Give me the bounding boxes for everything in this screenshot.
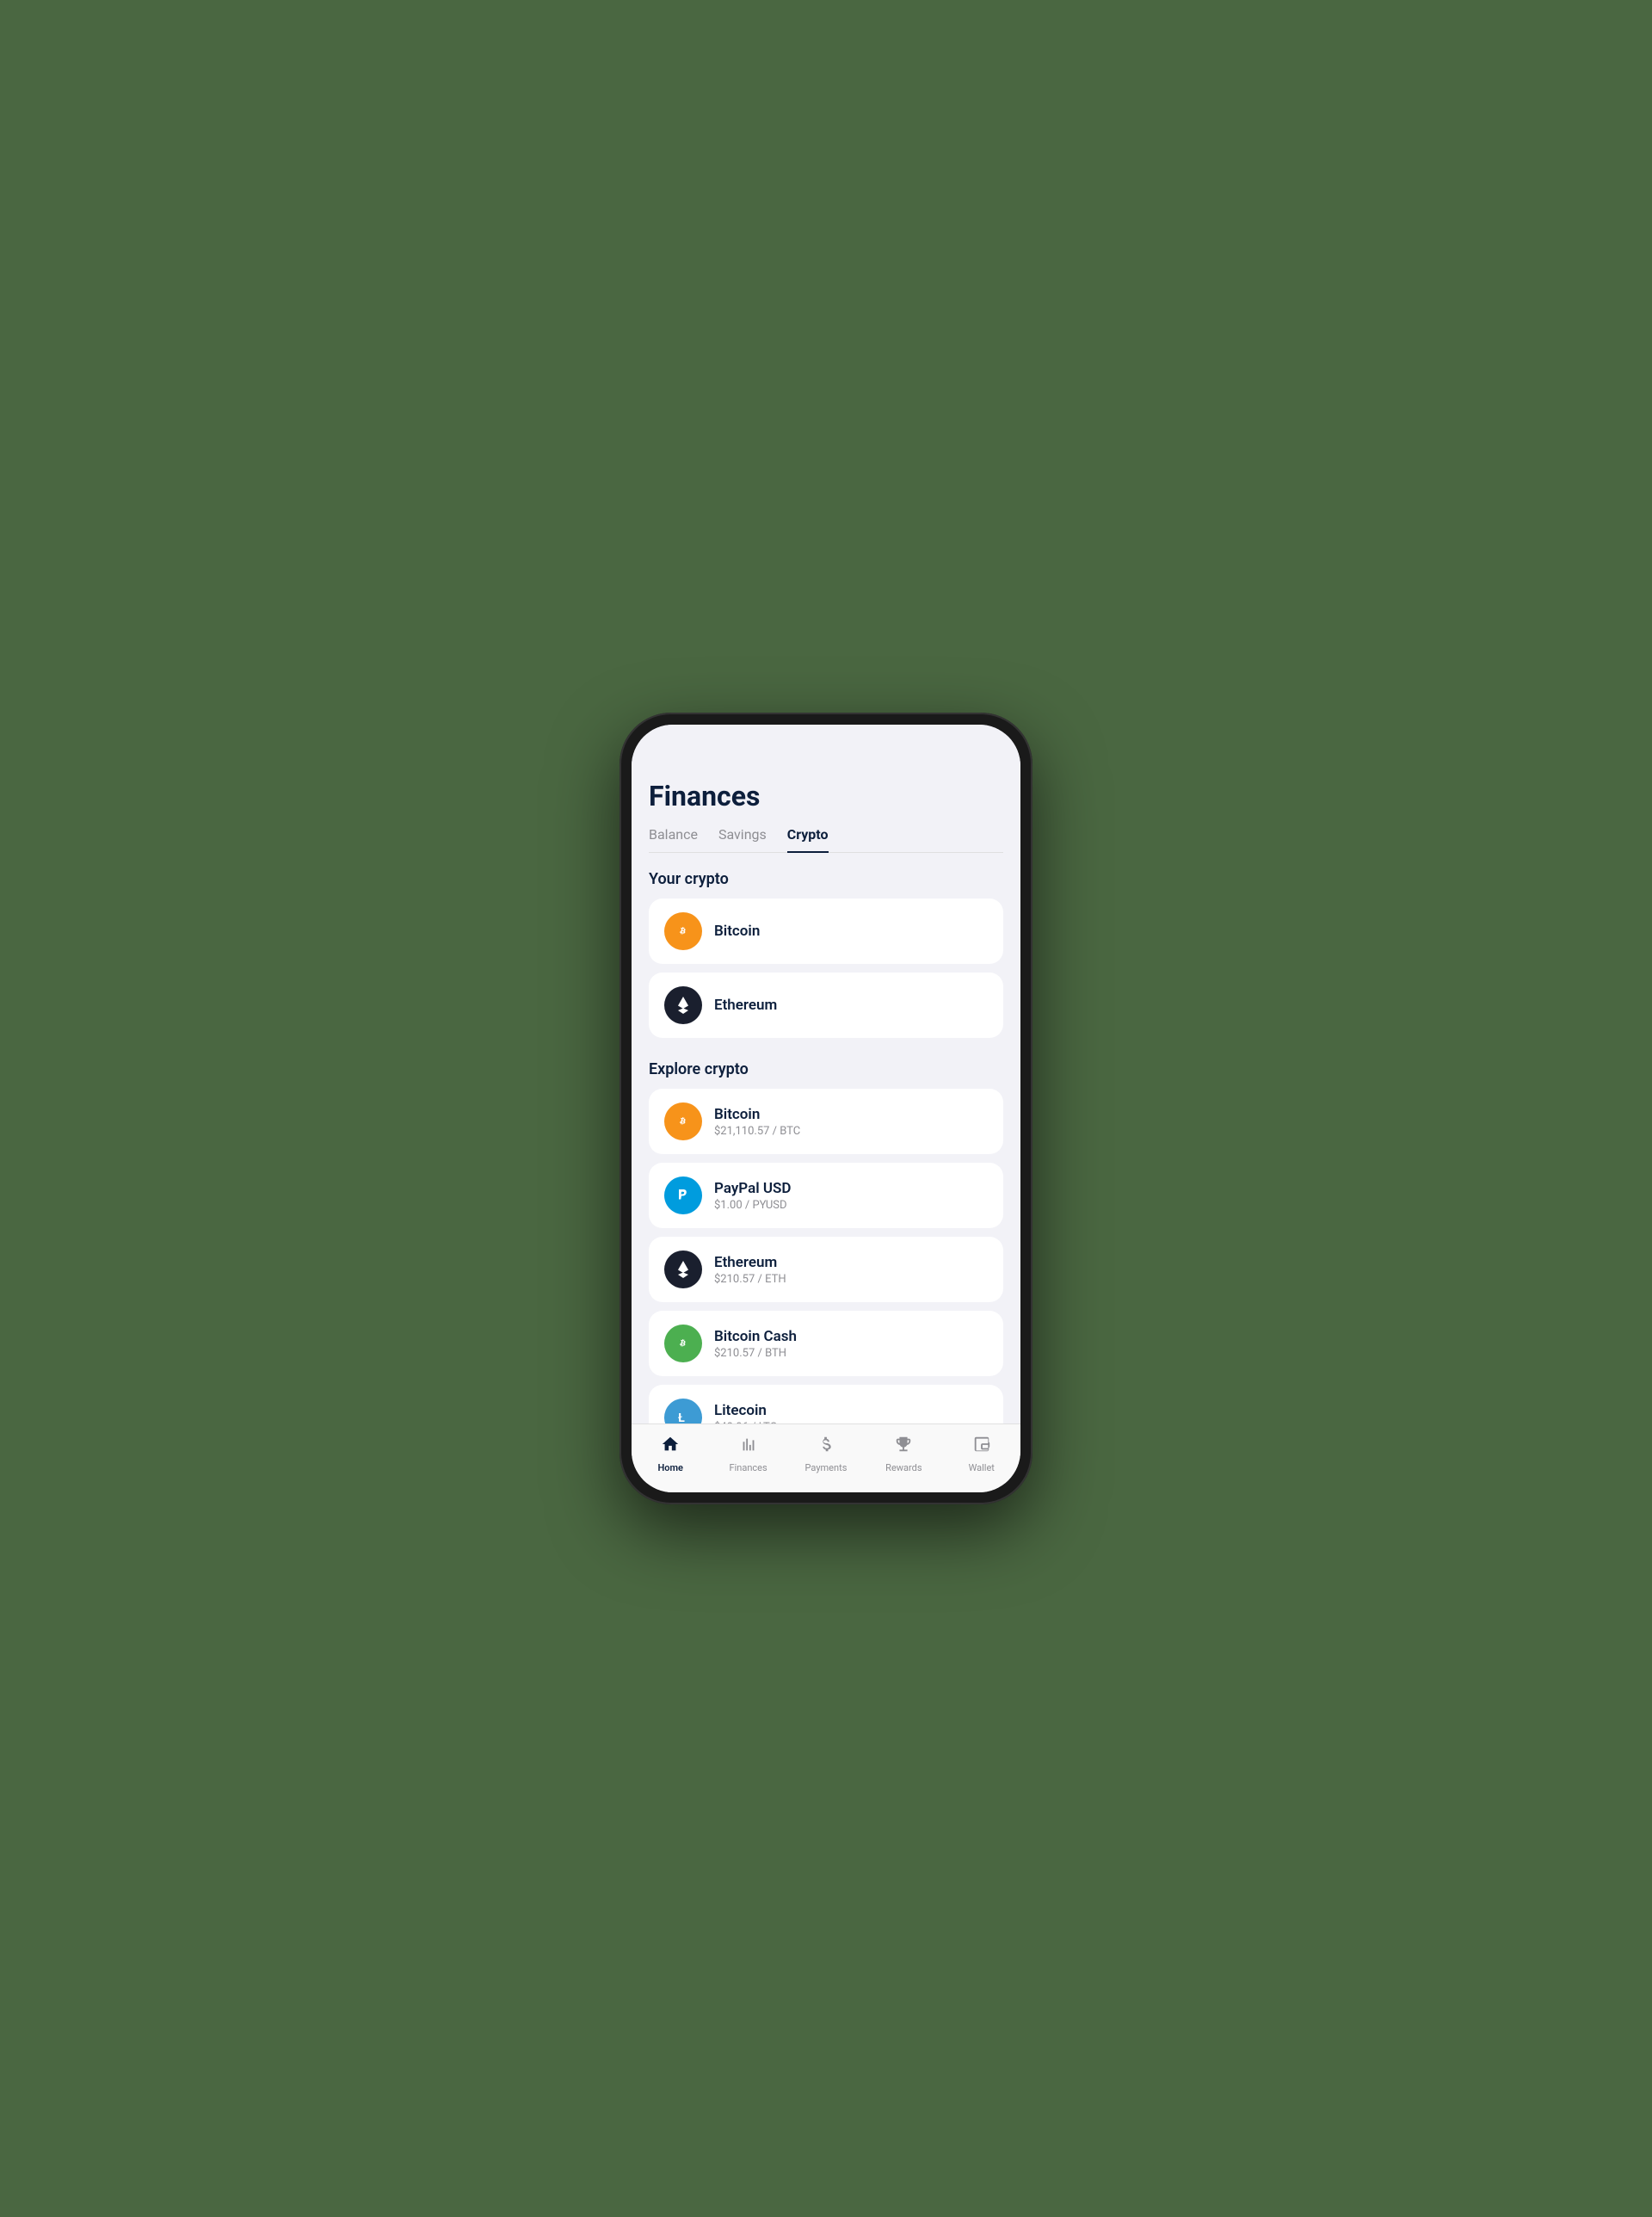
bitcoin-owned-info: Bitcoin xyxy=(714,923,760,940)
bitcoin-icon xyxy=(664,912,702,950)
paypal-explore-card[interactable]: PayPal USD $1.00 / PYUSD xyxy=(649,1163,1003,1228)
nav-wallet[interactable]: Wallet xyxy=(956,1435,1008,1473)
ethereum-explore-icon xyxy=(664,1251,702,1288)
litecoin-icon: Ł xyxy=(664,1399,702,1423)
bitcoin-explore-card[interactable]: Bitcoin $21,110.57 / BTC xyxy=(649,1089,1003,1154)
bar-chart-icon xyxy=(739,1435,758,1459)
ethereum-owned-card[interactable]: Ethereum xyxy=(649,973,1003,1038)
paypal-explore-name: PayPal USD xyxy=(714,1180,791,1197)
tab-balance[interactable]: Balance xyxy=(649,826,698,853)
bitcoin-explore-name: Bitcoin xyxy=(714,1106,800,1123)
bitcoin-cash-explore-card[interactable]: Bitcoin Cash $210.57 / BTH xyxy=(649,1311,1003,1376)
bitcoin-explore-price: $21,110.57 / BTC xyxy=(714,1125,800,1138)
bitcoin-cash-explore-info: Bitcoin Cash $210.57 / BTH xyxy=(714,1328,797,1360)
bitcoin-cash-icon xyxy=(664,1325,702,1362)
nav-rewards[interactable]: Rewards xyxy=(878,1435,929,1473)
nav-wallet-label: Wallet xyxy=(969,1462,995,1473)
tabs-bar: Balance Savings Crypto xyxy=(649,826,1003,853)
nav-home[interactable]: Home xyxy=(644,1435,696,1473)
wallet-icon xyxy=(972,1435,991,1459)
explore-crypto-title: Explore crypto xyxy=(649,1060,1003,1078)
tab-crypto[interactable]: Crypto xyxy=(787,826,829,853)
paypal-explore-info: PayPal USD $1.00 / PYUSD xyxy=(714,1180,791,1212)
paypal-explore-icon xyxy=(664,1176,702,1214)
your-crypto-section: Your crypto Bitcoin xyxy=(649,870,1003,1038)
bitcoin-cash-explore-price: $210.57 / BTH xyxy=(714,1347,797,1360)
ethereum-owned-info: Ethereum xyxy=(714,997,777,1014)
ethereum-explore-name: Ethereum xyxy=(714,1254,786,1271)
page-title: Finances xyxy=(649,763,1003,826)
bottom-navigation: Home Finances Pa xyxy=(632,1423,1020,1492)
phone-screen: Finances Balance Savings Crypto Your cry… xyxy=(632,725,1020,1492)
litecoin-explore-card[interactable]: Ł Litecoin $48.96 / LTC xyxy=(649,1385,1003,1423)
ethereum-explore-price: $210.57 / ETH xyxy=(714,1273,786,1286)
nav-payments[interactable]: Payments xyxy=(800,1435,852,1473)
nav-rewards-label: Rewards xyxy=(885,1462,922,1473)
ethereum-explore-card[interactable]: Ethereum $210.57 / ETH xyxy=(649,1237,1003,1302)
ethereum-owned-name: Ethereum xyxy=(714,997,777,1014)
dollar-icon xyxy=(817,1435,835,1459)
ethereum-icon xyxy=(664,986,702,1024)
svg-text:Ł: Ł xyxy=(678,1411,685,1423)
bitcoin-explore-info: Bitcoin $21,110.57 / BTC xyxy=(714,1106,800,1138)
nav-payments-label: Payments xyxy=(805,1462,848,1473)
bitcoin-owned-name: Bitcoin xyxy=(714,923,760,940)
status-bar xyxy=(632,725,1020,763)
nav-home-label: Home xyxy=(657,1462,683,1473)
main-area: Finances Balance Savings Crypto Your cry… xyxy=(632,763,1020,1423)
tab-savings[interactable]: Savings xyxy=(718,826,767,853)
explore-crypto-section: Explore crypto Bitcoin $21,110.57 / BTC xyxy=(649,1047,1003,1423)
home-icon xyxy=(661,1435,680,1459)
your-crypto-title: Your crypto xyxy=(649,870,1003,888)
screen-content: Finances Balance Savings Crypto Your cry… xyxy=(632,763,1020,1492)
bitcoin-owned-card[interactable]: Bitcoin xyxy=(649,899,1003,964)
paypal-explore-price: $1.00 / PYUSD xyxy=(714,1199,791,1212)
bitcoin-explore-icon xyxy=(664,1102,702,1140)
trophy-icon xyxy=(894,1435,913,1459)
litecoin-explore-info: Litecoin $48.96 / LTC xyxy=(714,1402,777,1424)
nav-finances[interactable]: Finances xyxy=(723,1435,774,1473)
nav-finances-label: Finances xyxy=(730,1462,767,1473)
phone-device: Finances Balance Savings Crypto Your cry… xyxy=(620,713,1032,1504)
litecoin-explore-name: Litecoin xyxy=(714,1402,777,1419)
ethereum-explore-info: Ethereum $210.57 / ETH xyxy=(714,1254,786,1286)
bitcoin-cash-explore-name: Bitcoin Cash xyxy=(714,1328,797,1345)
